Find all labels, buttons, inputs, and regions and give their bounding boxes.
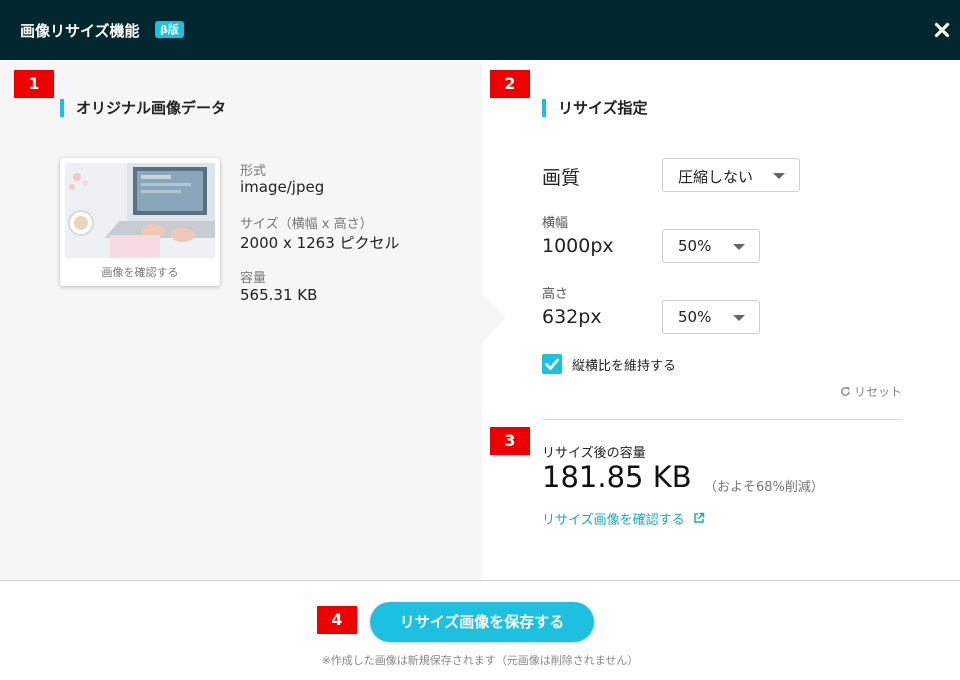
width-value: 1000px — [542, 235, 614, 257]
step-badge-3: 3 — [490, 427, 530, 455]
external-link-icon — [694, 512, 705, 523]
close-icon — [934, 22, 950, 38]
height-label: 高さ — [542, 287, 569, 302]
panel-arrow — [480, 292, 506, 344]
chevron-down-icon — [773, 173, 785, 179]
resize-section-title: リサイズ指定 — [542, 99, 648, 117]
step-badge-4: 4 — [317, 606, 357, 634]
thumbnail-card[interactable]: 画像を確認する — [60, 158, 220, 286]
refresh-icon — [841, 386, 851, 396]
modal-title: 画像リサイズ機能 — [20, 22, 140, 40]
width-select-value: 50% — [678, 237, 712, 255]
result-filesize: 181.85 KB — [542, 460, 692, 494]
thumbnail-image[interactable] — [65, 163, 215, 258]
view-image-link[interactable]: 画像を確認する — [60, 264, 220, 280]
divider — [542, 419, 903, 420]
beta-badge: β版 — [155, 21, 184, 38]
width-select[interactable]: 50% — [662, 229, 760, 263]
height-select[interactable]: 50% — [662, 300, 760, 334]
filesize-label: 容量 — [240, 271, 267, 286]
size-label: サイズ（横幅 x 高さ） — [240, 217, 373, 232]
save-resized-image-button[interactable]: リサイズ画像を保存する — [370, 602, 594, 642]
result-reduction-note: （およそ68%削減） — [704, 480, 824, 495]
view-resized-image-label: リサイズ画像を確認する — [542, 513, 685, 528]
step-badge-1: 1 — [14, 70, 54, 98]
footer-note: ※作成した画像は新規保存されます（元画像は削除されません） — [321, 654, 639, 667]
keep-ratio-checkbox[interactable] — [542, 354, 562, 374]
result-label: リサイズ後の容量 — [542, 446, 646, 461]
size-value: 2000 x 1263 ピクセル — [240, 234, 400, 252]
format-label: 形式 — [240, 164, 267, 179]
original-image-panel — [0, 60, 482, 580]
quality-select[interactable]: 圧縮しない — [662, 158, 800, 192]
width-label: 横幅 — [542, 216, 569, 231]
close-button[interactable] — [934, 22, 950, 38]
keep-ratio-label[interactable]: 縦横比を維持する — [572, 355, 676, 374]
chevron-down-icon — [733, 244, 745, 250]
view-resized-image-link[interactable]: リサイズ画像を確認する — [542, 509, 705, 528]
filesize-value: 565.31 KB — [240, 286, 318, 304]
reset-label: リセット — [854, 385, 903, 399]
height-value: 632px — [542, 306, 602, 328]
footer-divider — [0, 580, 960, 581]
format-value: image/jpeg — [240, 178, 325, 196]
original-section-title: オリジナル画像データ — [60, 99, 226, 117]
reset-button[interactable]: リセット — [840, 383, 902, 400]
checkmark-icon — [545, 358, 559, 370]
height-select-value: 50% — [678, 308, 712, 326]
chevron-down-icon — [733, 315, 745, 321]
modal-header: 画像リサイズ機能 β版 — [0, 0, 960, 60]
quality-label: 画質 — [542, 167, 581, 189]
quality-select-value: 圧縮しない — [678, 168, 754, 186]
step-badge-2: 2 — [490, 70, 530, 98]
